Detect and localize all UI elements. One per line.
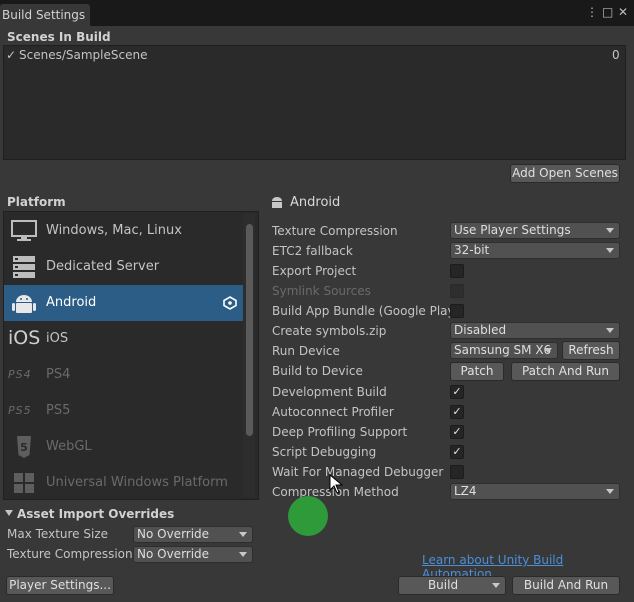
scenes-list[interactable]: ✓ Scenes/SampleScene 0 — [3, 45, 626, 160]
platform-item-universal-windows-platform[interactable]: Universal Windows Platform — [4, 465, 245, 499]
window-maximize-icon[interactable]: □ — [602, 5, 613, 19]
development-build-checkbox[interactable]: ✓ — [450, 385, 464, 399]
add-open-scenes-button[interactable]: Add Open Scenes — [510, 164, 620, 183]
platform-item-webgl[interactable]: 5 WebGL — [4, 429, 245, 465]
platform-item-ios[interactable]: iOS iOS — [4, 321, 245, 357]
platform-item-ps4[interactable]: PS4 PS4 — [4, 357, 245, 393]
chevron-down-icon[interactable] — [492, 583, 500, 588]
platform-label: PS4 — [46, 367, 71, 382]
max-texture-size-label: Max Texture Size — [7, 527, 108, 541]
chevron-down-icon — [239, 552, 247, 557]
chevron-down-icon — [606, 489, 614, 494]
symlink-sources-label: Symlink Sources — [272, 284, 371, 298]
asset-import-overrides-header[interactable]: Asset Import Overrides — [17, 507, 174, 521]
run-device-label: Run Device — [272, 344, 340, 358]
build-button-label: Build — [427, 578, 459, 592]
texture-compression-label: Texture Compression — [272, 224, 398, 238]
ps4-icon: PS4 — [8, 368, 32, 381]
create-symbols-zip-dropdown[interactable]: Disabled — [450, 322, 620, 339]
etc2-fallback-dropdown[interactable]: 32-bit — [450, 242, 620, 259]
windows-icon — [14, 473, 34, 493]
platform-item-dedicated-server[interactable]: Dedicated Server — [4, 249, 245, 285]
platform-item-ps5[interactable]: PS5 PS5 — [4, 393, 245, 429]
scene-checkbox[interactable]: ✓ — [6, 48, 16, 62]
html5-icon: 5 — [17, 436, 31, 458]
platform-label: iOS — [46, 331, 69, 346]
refresh-button[interactable]: Refresh — [562, 341, 620, 360]
override-texture-compression-label: Texture Compression — [7, 547, 133, 561]
android-icon — [12, 295, 36, 313]
window-close-icon[interactable]: ✕ — [618, 5, 628, 19]
window-tab-build-settings[interactable]: Build Settings — [0, 4, 90, 26]
dropdown-value: Use Player Settings — [454, 223, 571, 237]
patch-button[interactable]: Patch — [450, 362, 504, 381]
platform-label: Universal Windows Platform — [46, 475, 228, 490]
chevron-down-icon — [606, 248, 614, 253]
click-indicator — [288, 496, 328, 536]
run-device-dropdown[interactable]: Samsung SM X6 — [450, 342, 558, 359]
symlink-sources-checkbox — [450, 284, 464, 298]
build-app-bundle-label: Build App Bundle (Google Play) — [272, 304, 460, 318]
build-app-bundle-checkbox[interactable] — [450, 304, 464, 318]
android-icon — [272, 197, 282, 208]
platform-label: WebGL — [46, 439, 92, 454]
export-project-checkbox[interactable] — [450, 264, 464, 278]
platform-header: Platform — [7, 195, 66, 209]
development-build-label: Development Build — [272, 385, 387, 399]
create-symbols-zip-label: Create symbols.zip — [272, 324, 387, 338]
script-debugging-checkbox[interactable]: ✓ — [450, 445, 464, 459]
dropdown-value: Disabled — [454, 323, 507, 337]
build-and-run-button[interactable]: Build And Run — [512, 576, 620, 595]
platform-label: Android — [46, 295, 97, 310]
chevron-down-icon — [606, 328, 614, 333]
unity-icon — [223, 296, 237, 310]
platform-label: Windows, Mac, Linux — [46, 223, 182, 238]
dropdown-value: LZ4 — [454, 484, 477, 498]
scenes-in-build-header: Scenes In Build — [7, 30, 111, 44]
dropdown-value: 32-bit — [454, 243, 490, 257]
dropdown-value: Samsung SM X6 — [454, 343, 552, 357]
mouse-cursor-icon — [329, 474, 343, 494]
build-button[interactable]: Build — [398, 576, 506, 595]
autoconnect-profiler-checkbox[interactable]: ✓ — [450, 405, 464, 419]
foldout-arrow-icon[interactable] — [5, 510, 13, 516]
compression-method-dropdown[interactable]: LZ4 — [450, 483, 620, 500]
patch-and-run-button[interactable]: Patch And Run — [511, 362, 620, 381]
wait-for-debugger-checkbox[interactable] — [450, 465, 464, 479]
window-menu-icon[interactable]: ⋮ — [586, 5, 598, 19]
override-texture-compression-dropdown[interactable]: No Override — [133, 546, 253, 563]
platform-label: PS5 — [46, 403, 71, 418]
texture-compression-dropdown[interactable]: Use Player Settings — [450, 222, 620, 239]
autoconnect-profiler-label: Autoconnect Profiler — [272, 405, 394, 419]
svg-text:5: 5 — [20, 441, 28, 454]
platform-label: Dedicated Server — [46, 259, 160, 274]
max-texture-size-dropdown[interactable]: No Override — [133, 526, 253, 543]
ps5-icon: PS5 — [8, 404, 32, 417]
android-settings-title: Android — [290, 195, 341, 210]
player-settings-button[interactable]: Player Settings... — [6, 576, 114, 595]
script-debugging-label: Script Debugging — [272, 445, 377, 459]
scene-name[interactable]: Scenes/SampleScene — [19, 48, 147, 62]
scene-index: 0 — [612, 48, 620, 62]
window-tab-bar — [0, 0, 634, 26]
deep-profiling-label: Deep Profiling Support — [272, 425, 408, 439]
deep-profiling-checkbox[interactable]: ✓ — [450, 425, 464, 439]
wait-for-debugger-label: Wait For Managed Debugger — [272, 465, 444, 479]
platform-item-windows-mac-linux[interactable]: Windows, Mac, Linux — [4, 213, 245, 249]
build-to-device-label: Build to Device — [272, 364, 363, 378]
ios-icon: iOS — [8, 327, 41, 349]
monitor-icon — [11, 220, 37, 241]
dropdown-value: No Override — [137, 547, 210, 561]
server-icon — [13, 256, 35, 278]
export-project-label: Export Project — [272, 264, 357, 278]
chevron-down-icon — [239, 532, 247, 537]
platform-list[interactable]: Windows, Mac, Linux Dedicated Server And… — [3, 211, 259, 500]
dropdown-value: No Override — [137, 527, 210, 541]
etc2-fallback-label: ETC2 fallback — [272, 244, 353, 258]
chevron-down-icon — [544, 348, 552, 353]
platform-item-android[interactable]: Android — [4, 285, 245, 321]
chevron-down-icon — [606, 228, 614, 233]
platform-list-scroll-thumb[interactable] — [246, 224, 253, 436]
